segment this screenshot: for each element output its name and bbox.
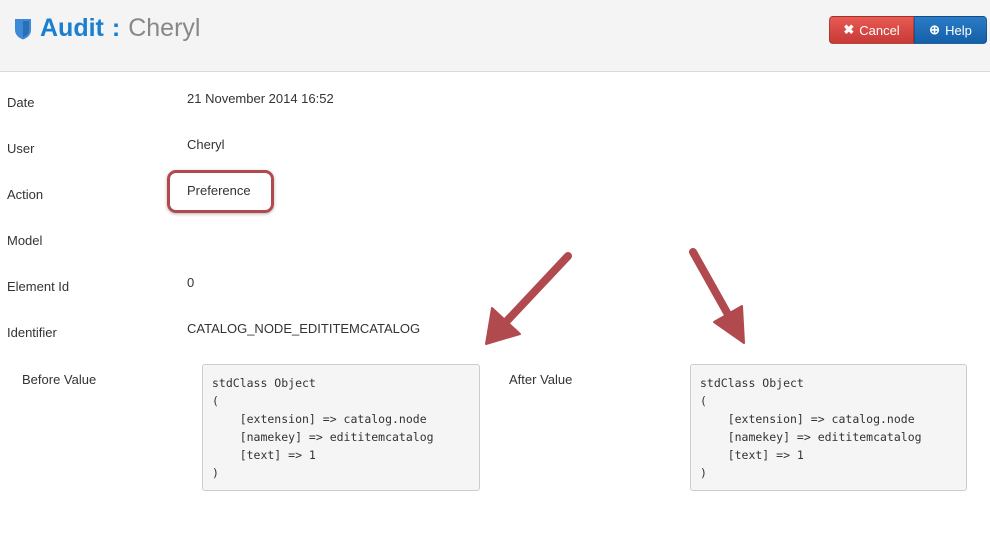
arrow-icon (689, 248, 745, 344)
arrow-icon (485, 252, 572, 345)
annotation-arrows (485, 248, 745, 345)
